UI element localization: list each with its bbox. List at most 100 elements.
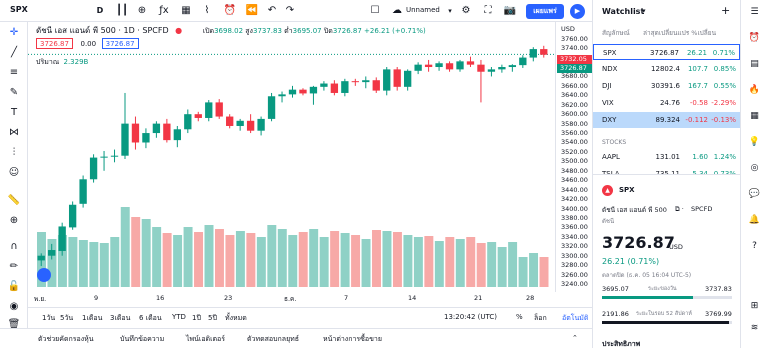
clock-time[interactable]: 13:20:42 (UTC) [444,313,497,321]
magnet-icon[interactable]: ∩ [7,240,21,254]
ruler-icon[interactable]: 📏 [7,194,21,208]
watchlist-row[interactable]: DJI 30391.6 167.7 0.55% [593,78,740,94]
streams-icon[interactable]: ◎ [748,162,761,175]
notifications-icon[interactable]: 🔔 [748,214,761,227]
calendar-icon[interactable]: ▦ [748,110,761,123]
bottom-tab[interactable]: ไพน์เอดิเตอร์ [186,334,225,345]
stocks-section-header[interactable]: STOCKS [602,139,626,146]
market-status: ตลาดปิด (ธ.ค. 05 16:04 UTC-5) [602,272,692,279]
percent-toggle[interactable]: % [516,313,523,321]
zoom-in-icon[interactable]: ⊕ [7,214,21,228]
text-icon[interactable]: T [7,106,21,120]
price-tick: 3420.00 [561,195,588,204]
alert-clock-icon[interactable]: ⏰ [223,4,237,18]
bottom-tab[interactable]: ตัวทดสอบกลยุทธ์ [247,334,299,345]
bottom-tab[interactable]: หน้าต่างการซื้อขาย [323,334,382,345]
auto-toggle[interactable]: อัตโนมัติ [562,313,588,324]
help-icon[interactable]: ? [748,240,761,253]
data-window-icon[interactable]: ▤ [748,58,761,71]
dom-icon[interactable]: ⊞ [748,300,761,313]
lock-icon[interactable]: 🔓 [7,280,21,294]
volume-bar [392,232,402,287]
alerts-icon[interactable]: ⏰ [748,32,761,45]
detail-name[interactable]: ดัชนี เอส แอนด์ พี 500 [602,205,667,215]
layout-name[interactable]: Unnamed [406,6,440,14]
trend-line-icon[interactable]: ╱ [7,46,21,60]
candle-body [383,69,391,91]
range-item[interactable]: 1เดือน [82,313,102,324]
ideas-icon[interactable]: 💡 [748,136,761,149]
camera-icon[interactable]: 📷 [503,4,517,18]
layers-icon[interactable]: ≋ [748,322,761,335]
day-range-label: ระยะของวัน [648,286,677,292]
interval-button[interactable]: D [93,4,107,18]
day-high: 3737.83 [705,285,732,293]
channel-icon[interactable]: ≡ [7,66,21,80]
lock-drawing-icon[interactable]: ✏ [7,260,21,274]
price-chart[interactable] [28,22,555,292]
range-item[interactable]: 5ปี [208,313,217,324]
replay-icon[interactable]: ⏪ [245,4,259,18]
redo-icon[interactable]: ↷ [283,4,297,18]
eye-icon[interactable]: ◉ [7,300,21,314]
watchlist-row[interactable]: VIX 24.76 -0.58 -2.29% [593,95,740,111]
chart-icon[interactable]: ⌇ [200,4,214,18]
watchlist-chevron-icon[interactable]: ▾ [642,7,646,15]
hotlists-icon[interactable]: 🔥 [748,84,761,97]
volume-bar [497,247,507,287]
collapse-icon[interactable]: ⌃ [572,334,578,342]
ask-box[interactable]: 3726.87 [101,38,139,49]
symbol-search-button[interactable]: SPX [10,5,28,14]
watchlist-icon[interactable]: ☰ [748,6,761,19]
gear-icon[interactable]: ⚙ [459,4,473,18]
range-item[interactable]: 6 เดือน [139,313,162,324]
play-icon[interactable]: ▶ [570,4,585,19]
col-change-header[interactable]: ล่าสุดเปลี่ยนแปร %เปลี่ยน [643,28,716,38]
range-item[interactable]: 3เดือน [110,313,130,324]
chevron-down-icon[interactable]: ▾ [443,4,457,18]
brush-icon[interactable]: ✎ [7,86,21,100]
watchlist-row[interactable]: SPX 3726.87 26.21 0.71% [593,44,740,60]
detail-source: SPCFD [691,205,713,213]
bid-box[interactable]: 3726.87 [36,38,73,49]
undo-icon[interactable]: ↶ [265,4,279,18]
crosshair-icon[interactable]: ✛ [7,26,21,40]
watchlist-title[interactable]: Watchlist [602,7,644,16]
range-item[interactable]: ทั้งหมด [225,313,247,324]
chats-icon[interactable]: 💬 [748,188,761,201]
indicators-icon[interactable]: ƒx [157,4,171,18]
compare-add-icon[interactable]: ⊕ [135,4,149,18]
range-item[interactable]: YTD [172,313,186,321]
price-tick: 3480.00 [561,166,588,175]
bottom-tab[interactable]: ตัวช่วยคัดกรองหุ้น [38,334,94,345]
add-symbol-icon[interactable]: + [721,4,730,17]
last-price-green-label: 3726.87 [557,64,593,73]
external-link-icon[interactable]: ⧉ · [675,205,684,214]
time-tick: พ.ย. [34,295,47,303]
fullscreen-icon[interactable]: ⛶ [481,4,495,18]
publish-button[interactable]: เผยแพร่ [526,4,564,19]
prediction-icon[interactable]: ⫶ [7,146,21,160]
templates-icon[interactable]: ▦ [179,4,193,18]
watchlist-row[interactable]: NDX 12802.4 107.7 0.85% [593,61,740,77]
volume-bar [434,241,444,287]
col-symbol-header[interactable]: สัญลักษณ์ [602,28,630,38]
watchlist-chg: -0.112 [685,116,708,124]
watchlist-row[interactable]: DXY 89.324 -0.112 -0.13% [593,112,740,128]
watchlist-row[interactable]: AAPL 131.01 1.60 1.24% [593,149,740,165]
emoji-icon[interactable]: ☺ [7,166,21,180]
price-tick: 3740.00 [561,44,588,53]
log-toggle[interactable]: ล็อก [534,313,547,324]
legend-close-label: ปิด [323,27,333,35]
bottom-tab[interactable]: บันทึกข้อความ [120,334,164,345]
price-axis[interactable]: USD 3760.003740.003720.003700.003680.003… [555,22,593,292]
layout-square-icon[interactable]: ☐ [368,4,382,18]
range-item[interactable]: 1ปี [192,313,201,324]
range-item[interactable]: 5วัน [60,313,73,324]
performance-header[interactable]: ประสิทธิภาพ [602,339,640,350]
time-axis[interactable]: พ.ย. 9 16 23 ธ.ค. 7 14 21 28 [28,292,592,306]
pattern-icon[interactable]: ⋈ [7,126,21,140]
candle-body [445,63,454,70]
candles-chart-type-icon[interactable]: ┃┃ [115,4,129,18]
range-item[interactable]: 1วัน [42,313,55,324]
